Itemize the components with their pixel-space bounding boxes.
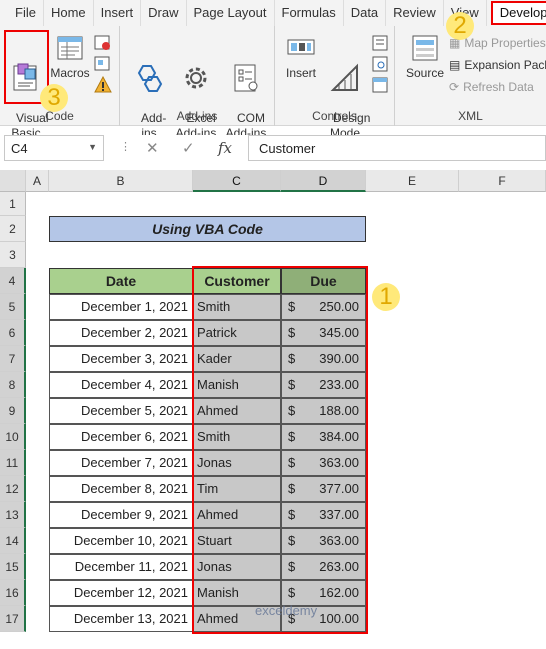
tab-developer[interactable]: Developer [490,1,546,25]
badge-step-2: 2 [446,12,474,40]
date-cell[interactable]: December 9, 2021 [49,502,193,528]
row-header-4[interactable]: 4 [0,268,26,294]
refresh-data-icon: ⟳ [449,80,460,94]
sheet-title[interactable]: Using VBA Code [49,216,366,242]
refresh-data-button[interactable]: ⟳ Refresh Data [449,80,534,94]
chevron-down-icon[interactable]: ▼ [88,142,97,152]
macro-security-icon[interactable] [94,76,112,94]
row-header-6[interactable]: 6 [0,320,26,346]
source-label: Source [405,66,445,80]
date-cell[interactable]: December 4, 2021 [49,372,193,398]
insert-control-icon [287,39,315,55]
column-header-a[interactable]: A [26,170,49,192]
row-header-9[interactable]: 9 [0,398,26,424]
insert-function-icon[interactable]: fx [218,139,232,157]
group-xml: Source ▦Map Properties ▤Expansion Packs … [395,26,546,126]
group-xml-label: XML [458,109,483,123]
date-cell[interactable]: December 10, 2021 [49,528,193,554]
tab-page-layout[interactable]: Page Layout [187,0,275,26]
relative-references-icon[interactable] [94,55,112,73]
row-header-3[interactable]: 3 [0,242,26,268]
column-header-e[interactable]: E [366,170,459,192]
tab-home[interactable]: Home [44,0,94,26]
record-macro-icon[interactable] [94,34,112,52]
row-header-10[interactable]: 10 [0,424,26,450]
group-controls-label: Controls [312,109,357,123]
watermark: exceldemy [255,603,318,618]
group-controls: Insert Design Mode Controls [275,26,395,140]
row-header-16[interactable]: 16 [0,580,26,606]
column-header-b[interactable]: B [49,170,193,192]
formula-bar: C4 ▼ ⋮ ✕ ✓ fx Customer [0,135,546,163]
row-header-7[interactable]: 7 [0,346,26,372]
addins-hexagon-icon [137,65,163,92]
tab-insert[interactable]: Insert [94,0,142,26]
date-cell[interactable]: December 1, 2021 [49,294,193,320]
row-header-5[interactable]: 5 [0,294,26,320]
highlight-selected-range [192,266,368,634]
excel-addins-gear-icon [185,67,207,89]
insert-control-label: Insert [285,66,316,80]
properties-icon[interactable] [371,34,389,52]
name-box[interactable]: C4 ▼ [4,135,104,161]
code-small-buttons [94,34,114,94]
column-header-c[interactable]: C [193,170,281,192]
date-cell[interactable]: December 5, 2021 [49,398,193,424]
date-cell[interactable]: December 12, 2021 [49,580,193,606]
group-code-label: Code [45,109,74,123]
macros-label: Macros [50,66,90,80]
date-cell[interactable]: December 13, 2021 [49,606,193,632]
refresh-data-label: Refresh Data [463,80,534,94]
name-box-value: C4 [11,141,28,156]
tab-data[interactable]: Data [344,0,387,26]
column-header-f[interactable]: F [459,170,546,192]
xml-source-icon [412,35,438,61]
expansion-packs-label: Expansion Packs [464,58,546,72]
macros-button[interactable]: Macros [50,32,90,81]
source-button[interactable]: Source [403,32,447,81]
view-code-icon[interactable] [371,55,389,73]
date-cell[interactable]: December 11, 2021 [49,554,193,580]
macros-icon [57,36,83,60]
controls-small-buttons [371,34,391,94]
insert-control-button[interactable]: Insert [281,32,321,81]
com-addins-icon [234,64,258,92]
row-header-17[interactable]: 17 [0,606,26,632]
tab-draw[interactable]: Draw [141,0,187,26]
row-header-14[interactable]: 14 [0,528,26,554]
formula-input[interactable]: Customer [248,135,546,161]
expansion-packs-icon: ▤ [449,58,461,72]
tab-review[interactable]: Review [386,0,444,26]
run-dialog-icon[interactable] [371,76,389,94]
tab-file[interactable]: File [8,0,44,26]
row-header-2[interactable]: 2 [0,216,26,242]
group-addins: Add- ins Excel Add-ins COM Add-ins Add-i… [120,26,275,140]
date-cell[interactable]: December 3, 2021 [49,346,193,372]
cancel-icon[interactable]: ✕ [146,139,159,157]
group-addins-label: Add-ins [176,109,218,123]
date-cell[interactable]: December 6, 2021 [49,424,193,450]
expansion-packs-button[interactable]: ▤Expansion Packs [449,58,546,72]
row-header-1[interactable]: 1 [0,192,26,216]
column-header-d[interactable]: D [281,170,366,192]
more-icon: ⋮ [120,141,131,153]
badge-step-3: 3 [40,84,68,112]
date-cell[interactable]: December 8, 2021 [49,476,193,502]
header-date[interactable]: Date [49,268,193,294]
ribbon: Visual Basic Macros Code Add- ins Excel … [0,26,546,140]
select-all-corner[interactable] [0,170,26,192]
date-cell[interactable]: December 2, 2021 [49,320,193,346]
badge-step-1: 1 [372,283,400,311]
map-properties-label: Map Properties [464,36,546,50]
row-header-12[interactable]: 12 [0,476,26,502]
row-header-15[interactable]: 15 [0,554,26,580]
enter-icon[interactable]: ✓ [182,139,195,157]
tab-formulas[interactable]: Formulas [275,0,344,26]
row-header-11[interactable]: 11 [0,450,26,476]
design-mode-icon [330,63,358,91]
date-cell[interactable]: December 7, 2021 [49,450,193,476]
row-header-8[interactable]: 8 [0,372,26,398]
row-header-13[interactable]: 13 [0,502,26,528]
